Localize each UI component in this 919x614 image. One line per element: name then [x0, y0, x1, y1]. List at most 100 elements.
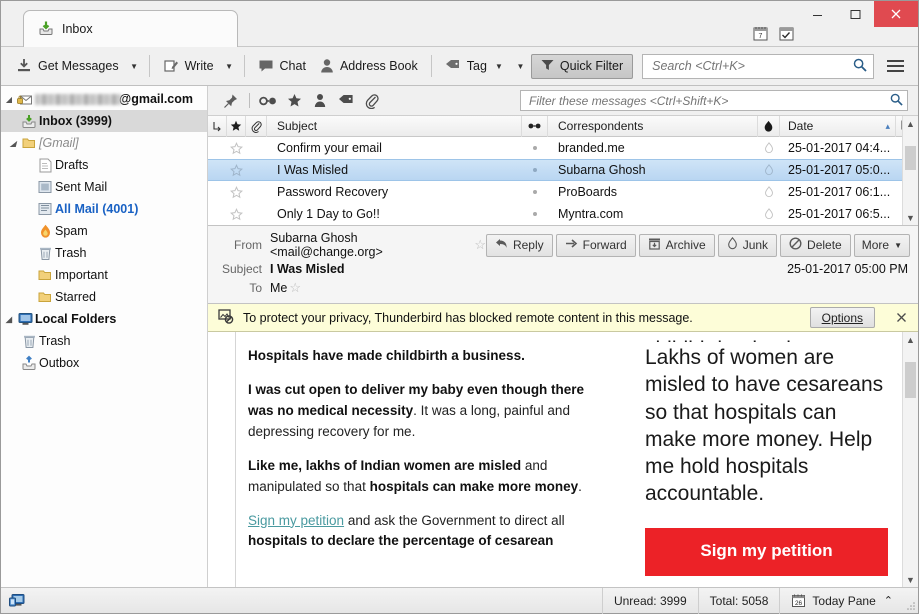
quick-filter-button[interactable]: Quick Filter — [530, 53, 634, 79]
message-filter-input[interactable] — [529, 93, 890, 108]
twisty-icon-gmail[interactable]: ◢ — [7, 139, 19, 148]
row-unread-dot[interactable] — [522, 137, 548, 159]
tag-dropdown-caret[interactable]: ▼ — [493, 52, 505, 80]
tag-icon[interactable] — [333, 89, 359, 113]
message-list-scrollbar[interactable]: ▲ ▼ — [902, 116, 918, 225]
folder-pane[interactable]: ◢ @gmail.com Inbox (3999) ◢ [Gmail] Draf… — [1, 86, 208, 587]
starred-icon[interactable] — [281, 89, 307, 113]
table-row[interactable]: Only 1 Day to Go!! Myntra.com 25-01-2017… — [208, 203, 918, 225]
table-row[interactable]: Password Recovery ProBoards 25-01-2017 0… — [208, 181, 918, 203]
today-pane-caret-icon[interactable]: ⌃ — [884, 594, 893, 607]
column-thread[interactable] — [208, 115, 227, 137]
row-junk-icon[interactable] — [758, 137, 780, 159]
today-pane-toggle[interactable]: 26 Today Pane ⌃ — [779, 587, 904, 614]
row-star-icon[interactable] — [227, 203, 246, 225]
message-body-scrollbar[interactable]: ▲ ▼ — [902, 332, 918, 587]
app-menu-button[interactable] — [880, 52, 910, 80]
column-unread[interactable] — [522, 115, 548, 137]
row-subject[interactable]: Password Recovery — [267, 181, 522, 203]
more-button[interactable]: More ▼ — [853, 233, 910, 257]
archive-button[interactable]: Archive — [638, 233, 715, 257]
overflow-caret[interactable]: ▼ — [512, 52, 529, 80]
search-icon[interactable] — [853, 58, 867, 75]
sidebar-item-trash[interactable]: Trash — [1, 242, 207, 264]
reply-button[interactable]: Reply — [485, 233, 553, 257]
sidebar-item-outbox[interactable]: Outbox — [1, 352, 207, 374]
sign-petition-link[interactable]: Sign my petition — [248, 513, 344, 528]
write-dropdown[interactable]: ▼ — [221, 52, 238, 80]
get-messages-dropdown[interactable]: ▼ — [126, 52, 143, 80]
row-unread-dot[interactable] — [522, 203, 548, 225]
row-unread-dot[interactable] — [522, 160, 548, 180]
column-correspondents[interactable]: Correspondents — [548, 115, 758, 137]
row-junk-icon[interactable] — [758, 160, 780, 180]
delete-button[interactable]: Delete — [780, 233, 851, 257]
row-junk-icon[interactable] — [758, 203, 780, 225]
sidebar-item-inbox[interactable]: Inbox (3999) — [1, 110, 207, 132]
close-notification-button[interactable] — [892, 312, 910, 323]
add-contact-star-icon[interactable]: ☆ — [474, 237, 486, 253]
sidebar-item-important[interactable]: Important — [1, 264, 207, 286]
account-row[interactable]: ◢ @gmail.com — [1, 88, 207, 110]
add-contact-star-icon[interactable]: ☆ — [289, 280, 301, 296]
maximize-button[interactable] — [836, 1, 874, 27]
column-subject[interactable]: Subject — [267, 115, 522, 137]
resize-grip[interactable] — [904, 588, 918, 614]
table-row[interactable]: I Was Misled Subarna Ghosh 25-01-2017 05… — [208, 159, 918, 181]
message-list[interactable]: Subject Correspondents Date ▴ Confirm yo… — [208, 115, 918, 225]
search-input[interactable] — [652, 59, 853, 73]
row-unread-dot[interactable] — [522, 181, 548, 203]
column-date[interactable]: Date ▴ — [780, 115, 896, 137]
row-star-icon[interactable] — [227, 181, 246, 203]
table-row[interactable]: Confirm your email branded.me 25-01-2017… — [208, 137, 918, 159]
column-star[interactable] — [227, 115, 246, 137]
sidebar-item-starred[interactable]: Starred — [1, 286, 207, 308]
scroll-up-arrow[interactable]: ▲ — [903, 116, 918, 131]
contact-icon[interactable] — [307, 89, 333, 113]
tag-button[interactable]: Tag ▼ — [438, 52, 512, 80]
sidebar-item-sent-mail[interactable]: Sent Mail — [1, 176, 207, 198]
twisty-icon[interactable]: ◢ — [3, 95, 15, 104]
sidebar-item-gmail[interactable]: ◢ [Gmail] — [1, 132, 207, 154]
sidebar-item-all-mail[interactable]: All Mail (4001) — [1, 198, 207, 220]
tasks-icon[interactable] — [776, 23, 796, 43]
row-star-icon[interactable] — [227, 137, 246, 159]
row-subject[interactable]: I Was Misled — [267, 160, 522, 180]
message-filter-box[interactable] — [520, 90, 908, 111]
options-button[interactable]: Options — [809, 307, 875, 328]
body-scroll-down-arrow[interactable]: ▼ — [903, 572, 918, 587]
sidebar-item-drafts[interactable]: Drafts — [1, 154, 207, 176]
column-attachment[interactable] — [246, 115, 267, 137]
sidebar-item-spam[interactable]: Spam — [1, 220, 207, 242]
close-button[interactable] — [874, 1, 918, 27]
sidebar-item-local-trash[interactable]: Trash — [1, 330, 207, 352]
junk-button[interactable]: Junk — [717, 233, 778, 257]
row-subject[interactable]: Confirm your email — [267, 137, 522, 159]
write-button[interactable]: Write — [156, 52, 221, 80]
from-value[interactable]: Subarna Ghosh <mail@change.org> ☆ — [270, 231, 486, 259]
scroll-down-arrow[interactable]: ▼ — [903, 210, 918, 225]
address-book-button[interactable]: Address Book — [313, 52, 425, 80]
body-scroll-up-arrow[interactable]: ▲ — [903, 332, 918, 347]
row-star-icon[interactable] — [227, 160, 246, 180]
twisty-icon-local[interactable]: ◢ — [3, 315, 15, 324]
forward-button[interactable]: Forward — [555, 233, 636, 257]
tab-inbox[interactable]: Inbox — [23, 10, 238, 47]
minimize-button[interactable] — [798, 1, 836, 27]
sidebar-item-local-folders[interactable]: ◢ Local Folders — [1, 308, 207, 330]
attachment-icon[interactable] — [359, 89, 385, 113]
unread-icon[interactable] — [255, 89, 281, 113]
search-box[interactable] — [642, 53, 874, 79]
calendar-icon[interactable]: 7 — [750, 23, 770, 43]
get-messages-button[interactable]: Get Messages — [9, 52, 126, 80]
chat-button[interactable]: Chat — [251, 52, 313, 80]
search-icon[interactable] — [890, 93, 903, 109]
sign-petition-button[interactable]: Sign my petition — [645, 527, 888, 576]
body-scroll-thumb[interactable] — [905, 362, 916, 398]
scroll-thumb[interactable] — [905, 146, 916, 170]
column-junk[interactable] — [758, 115, 780, 137]
row-subject[interactable]: Only 1 Day to Go!! — [267, 203, 522, 225]
to-value[interactable]: Me ☆ — [270, 280, 301, 296]
row-junk-icon[interactable] — [758, 181, 780, 203]
pin-icon[interactable] — [218, 89, 244, 113]
